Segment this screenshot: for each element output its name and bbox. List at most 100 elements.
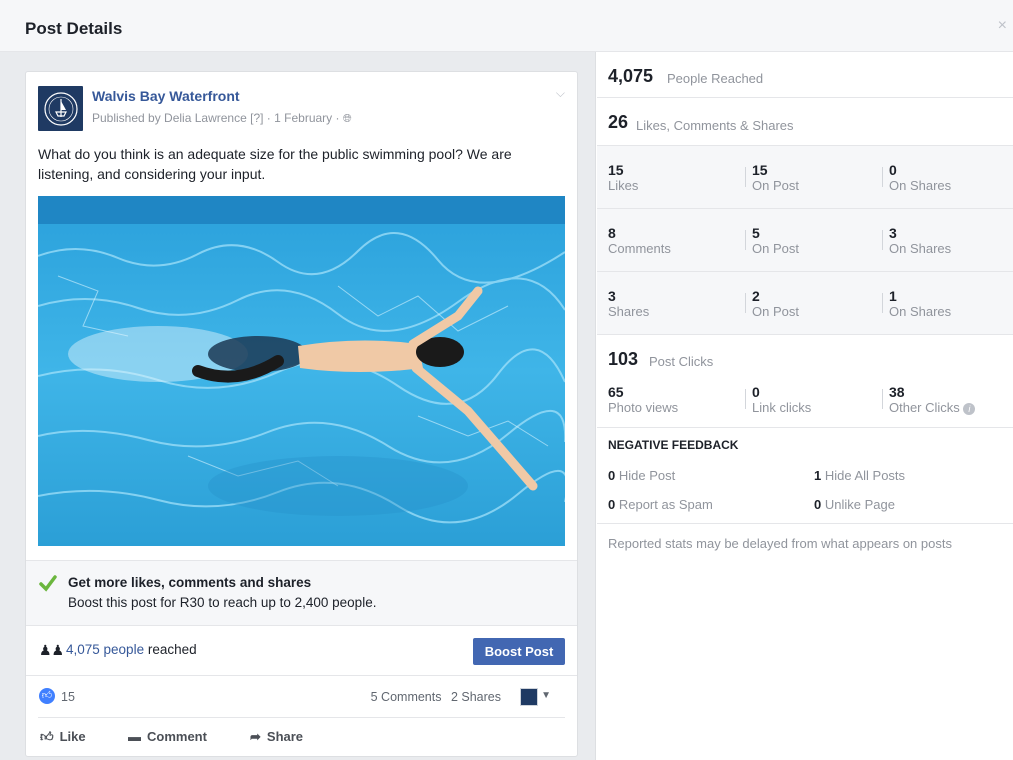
- stats-row-likes: 15 Likes 15 On Post 0 On Shares: [597, 146, 1013, 209]
- post-date[interactable]: 1 February: [274, 111, 332, 125]
- engagement-label: Likes, Comments & Shares: [636, 118, 794, 133]
- globe-icon: 🌐︎: [342, 113, 352, 125]
- page-name-link[interactable]: Walvis Bay Waterfront: [92, 88, 240, 104]
- stat-shares-total: 3 Shares: [608, 289, 650, 320]
- stat-label: On Shares: [889, 241, 952, 256]
- people-reached-link[interactable]: 4,075 people: [66, 642, 144, 657]
- stat-label: Comments: [608, 241, 671, 256]
- help-marker[interactable]: [?]: [250, 111, 263, 125]
- stats-delay-note: Reported stats may be delayed from what …: [608, 536, 952, 551]
- stat-comments-on-shares: 3 On Shares: [889, 225, 952, 257]
- stat-number: 38: [889, 384, 905, 400]
- comment-bubble-icon: ▬: [128, 729, 141, 744]
- neg-unlike-page: 0 Unlike Page: [814, 497, 895, 512]
- stat-number: 5: [752, 225, 760, 241]
- stat-likes-on-post: 15 On Post: [752, 162, 799, 194]
- stat-label: On Shares: [889, 304, 952, 319]
- checkmark-icon: [39, 575, 57, 592]
- people-icon: ♟♟: [39, 642, 65, 658]
- comments-count-link[interactable]: 5 Comments: [371, 690, 442, 704]
- stat-number: 15: [752, 162, 768, 178]
- neg-label: Unlike Page: [821, 497, 895, 512]
- boost-subtitle: Boost this post for R30 to reach up to 2…: [68, 595, 377, 610]
- divider: [882, 167, 883, 187]
- stat-label: On Post: [752, 304, 799, 319]
- neg-label: Hide Post: [615, 468, 676, 483]
- stat-label: On Post: [752, 241, 799, 256]
- post-preview-pane: Walvis Bay Waterfront Published by Delia…: [0, 52, 596, 760]
- neg-report-spam: 0 Report as Spam: [608, 497, 713, 512]
- divider: [745, 389, 746, 409]
- neg-hide-post: 0 Hide Post: [608, 468, 675, 483]
- stat-comments-total: 8 Comments: [608, 225, 671, 257]
- stat-likes-total: 15 Likes: [608, 162, 639, 194]
- reach-text: 4,075 people reached: [66, 642, 197, 657]
- stat-photo-views: 65 Photo views: [608, 384, 679, 416]
- separator-dot: ·: [266, 111, 271, 125]
- stat-label: On Shares: [889, 178, 952, 193]
- post-photo[interactable]: [38, 196, 565, 546]
- divider: [745, 230, 746, 250]
- divider: [745, 293, 746, 313]
- post-clicks-count: 103: [608, 349, 639, 369]
- boost-post-button[interactable]: Boost Post: [473, 638, 565, 665]
- share-label: Share: [266, 729, 304, 744]
- stat-label: Shares: [608, 304, 650, 319]
- stat-number: 0: [752, 384, 760, 400]
- comment-button[interactable]: ▬ Comment: [128, 729, 207, 744]
- stat-label: Link clicks: [752, 400, 812, 415]
- stat-shares-on-post: 2 On Post: [752, 288, 799, 320]
- stat-label: Likes: [608, 178, 639, 193]
- like-button[interactable]: 👍︎ Like: [40, 729, 86, 745]
- stat-likes-on-shares: 0 On Shares: [889, 162, 952, 194]
- published-by: Published by Delia Lawrence: [92, 111, 247, 125]
- neg-label: Hide All Posts: [821, 468, 906, 483]
- engagement-section: 26 Likes, Comments & Shares: [597, 98, 1013, 146]
- divider: [745, 167, 746, 187]
- like-label: Like: [59, 729, 86, 744]
- stat-number: 2: [752, 288, 760, 304]
- share-button[interactable]: ➦ Share: [250, 729, 303, 745]
- chevron-down-icon[interactable]: ⌵: [556, 86, 565, 101]
- like-reaction-icon[interactable]: 👍︎: [39, 688, 55, 704]
- stat-number: 65: [608, 384, 624, 400]
- post-meta: Published by Delia Lawrence [?] · 1 Febr…: [92, 111, 352, 126]
- stats-row-shares: 3 Shares 2 On Post 1 On Shares: [597, 272, 1013, 335]
- stat-number: 15: [608, 162, 624, 178]
- caret-down-icon[interactable]: ▼: [541, 690, 551, 701]
- stat-label: Other Clicks: [889, 400, 960, 415]
- info-icon[interactable]: i: [963, 402, 976, 415]
- shares-count-link[interactable]: 2 Shares: [451, 690, 501, 704]
- divider: [882, 389, 883, 409]
- divider: [882, 293, 883, 313]
- people-reached-section: 4,075 People Reached: [597, 52, 1013, 98]
- post-stats-pane: 4,075 People Reached 26 Likes, Comments …: [597, 52, 1013, 760]
- page-selector-avatar[interactable]: [520, 688, 538, 706]
- stat-link-clicks: 0 Link clicks: [752, 384, 812, 416]
- like-count[interactable]: 15: [61, 690, 75, 704]
- modal-header: Post Details ×: [0, 0, 1013, 52]
- stat-number: 3: [889, 225, 897, 241]
- separator-dot: ·: [335, 111, 340, 125]
- stat-number: 8: [608, 225, 616, 241]
- post-text: What do you think is an adequate size fo…: [38, 146, 512, 182]
- stat-other-clicks: 38 Other Clicks i: [889, 384, 976, 415]
- stat-comments-on-post: 5 On Post: [752, 225, 799, 257]
- neg-label: Report as Spam: [615, 497, 713, 512]
- divider: [882, 230, 883, 250]
- boost-promo: Get more likes, comments and shares Boos…: [26, 560, 577, 626]
- stat-shares-on-shares: 1 On Shares: [889, 289, 952, 320]
- comment-share-counts: 5 Comments 2 Shares: [365, 690, 501, 704]
- modal-title: Post Details: [25, 19, 123, 38]
- close-icon[interactable]: ×: [998, 17, 1007, 35]
- thumbs-up-icon: 👍︎: [40, 729, 54, 744]
- post-card: Walvis Bay Waterfront Published by Delia…: [25, 71, 578, 757]
- stats-row-comments: 8 Comments 5 On Post 3 On Shares: [597, 209, 1013, 272]
- people-reached-label: People Reached: [667, 71, 764, 86]
- walvis-bay-logo-icon: [43, 91, 78, 126]
- negative-feedback-title: NEGATIVE FEEDBACK: [608, 438, 739, 452]
- stat-label: Photo views: [608, 400, 679, 415]
- page-avatar[interactable]: [38, 86, 83, 131]
- reach-suffix: reached: [144, 642, 197, 657]
- stat-number: 0: [889, 162, 897, 178]
